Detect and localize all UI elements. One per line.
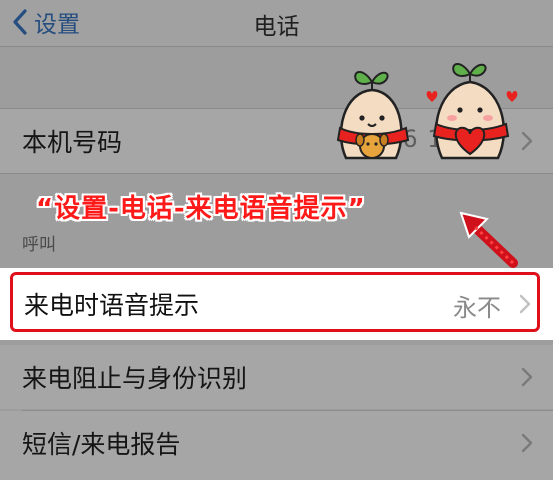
arrow-annotation-icon	[459, 211, 518, 268]
sms-call-reporting-label: 短信/来电报告	[22, 430, 181, 459]
announce-calls-value: 永不	[453, 294, 501, 322]
chevron-right-icon	[521, 131, 533, 151]
section-header-calls: 呼叫	[22, 235, 56, 255]
sprout-character-sticker-icon	[336, 71, 410, 160]
call-blocking-row[interactable]: 来电阻止与身份识别	[0, 345, 553, 409]
page-title: 电话	[253, 14, 300, 40]
chevron-right-icon	[519, 294, 531, 314]
sms-call-reporting-row[interactable]: 短信/来电报告	[0, 411, 553, 480]
announce-calls-row[interactable]: 来电时语音提示 永不	[0, 268, 553, 340]
chevron-right-icon	[521, 367, 533, 387]
announce-calls-label: 来电时语音提示	[24, 291, 200, 320]
my-number-label: 本机号码	[22, 128, 123, 157]
call-blocking-label: 来电阻止与身份识别	[22, 364, 248, 393]
annotation-caption: “设置-电话-来电语音提示”	[36, 194, 366, 224]
chevron-right-icon	[521, 433, 533, 453]
divider	[0, 173, 553, 174]
navigation-bar: 设置 电话	[0, 0, 553, 46]
divider	[0, 46, 553, 47]
sprout-character-heart-sticker-icon	[426, 63, 518, 160]
